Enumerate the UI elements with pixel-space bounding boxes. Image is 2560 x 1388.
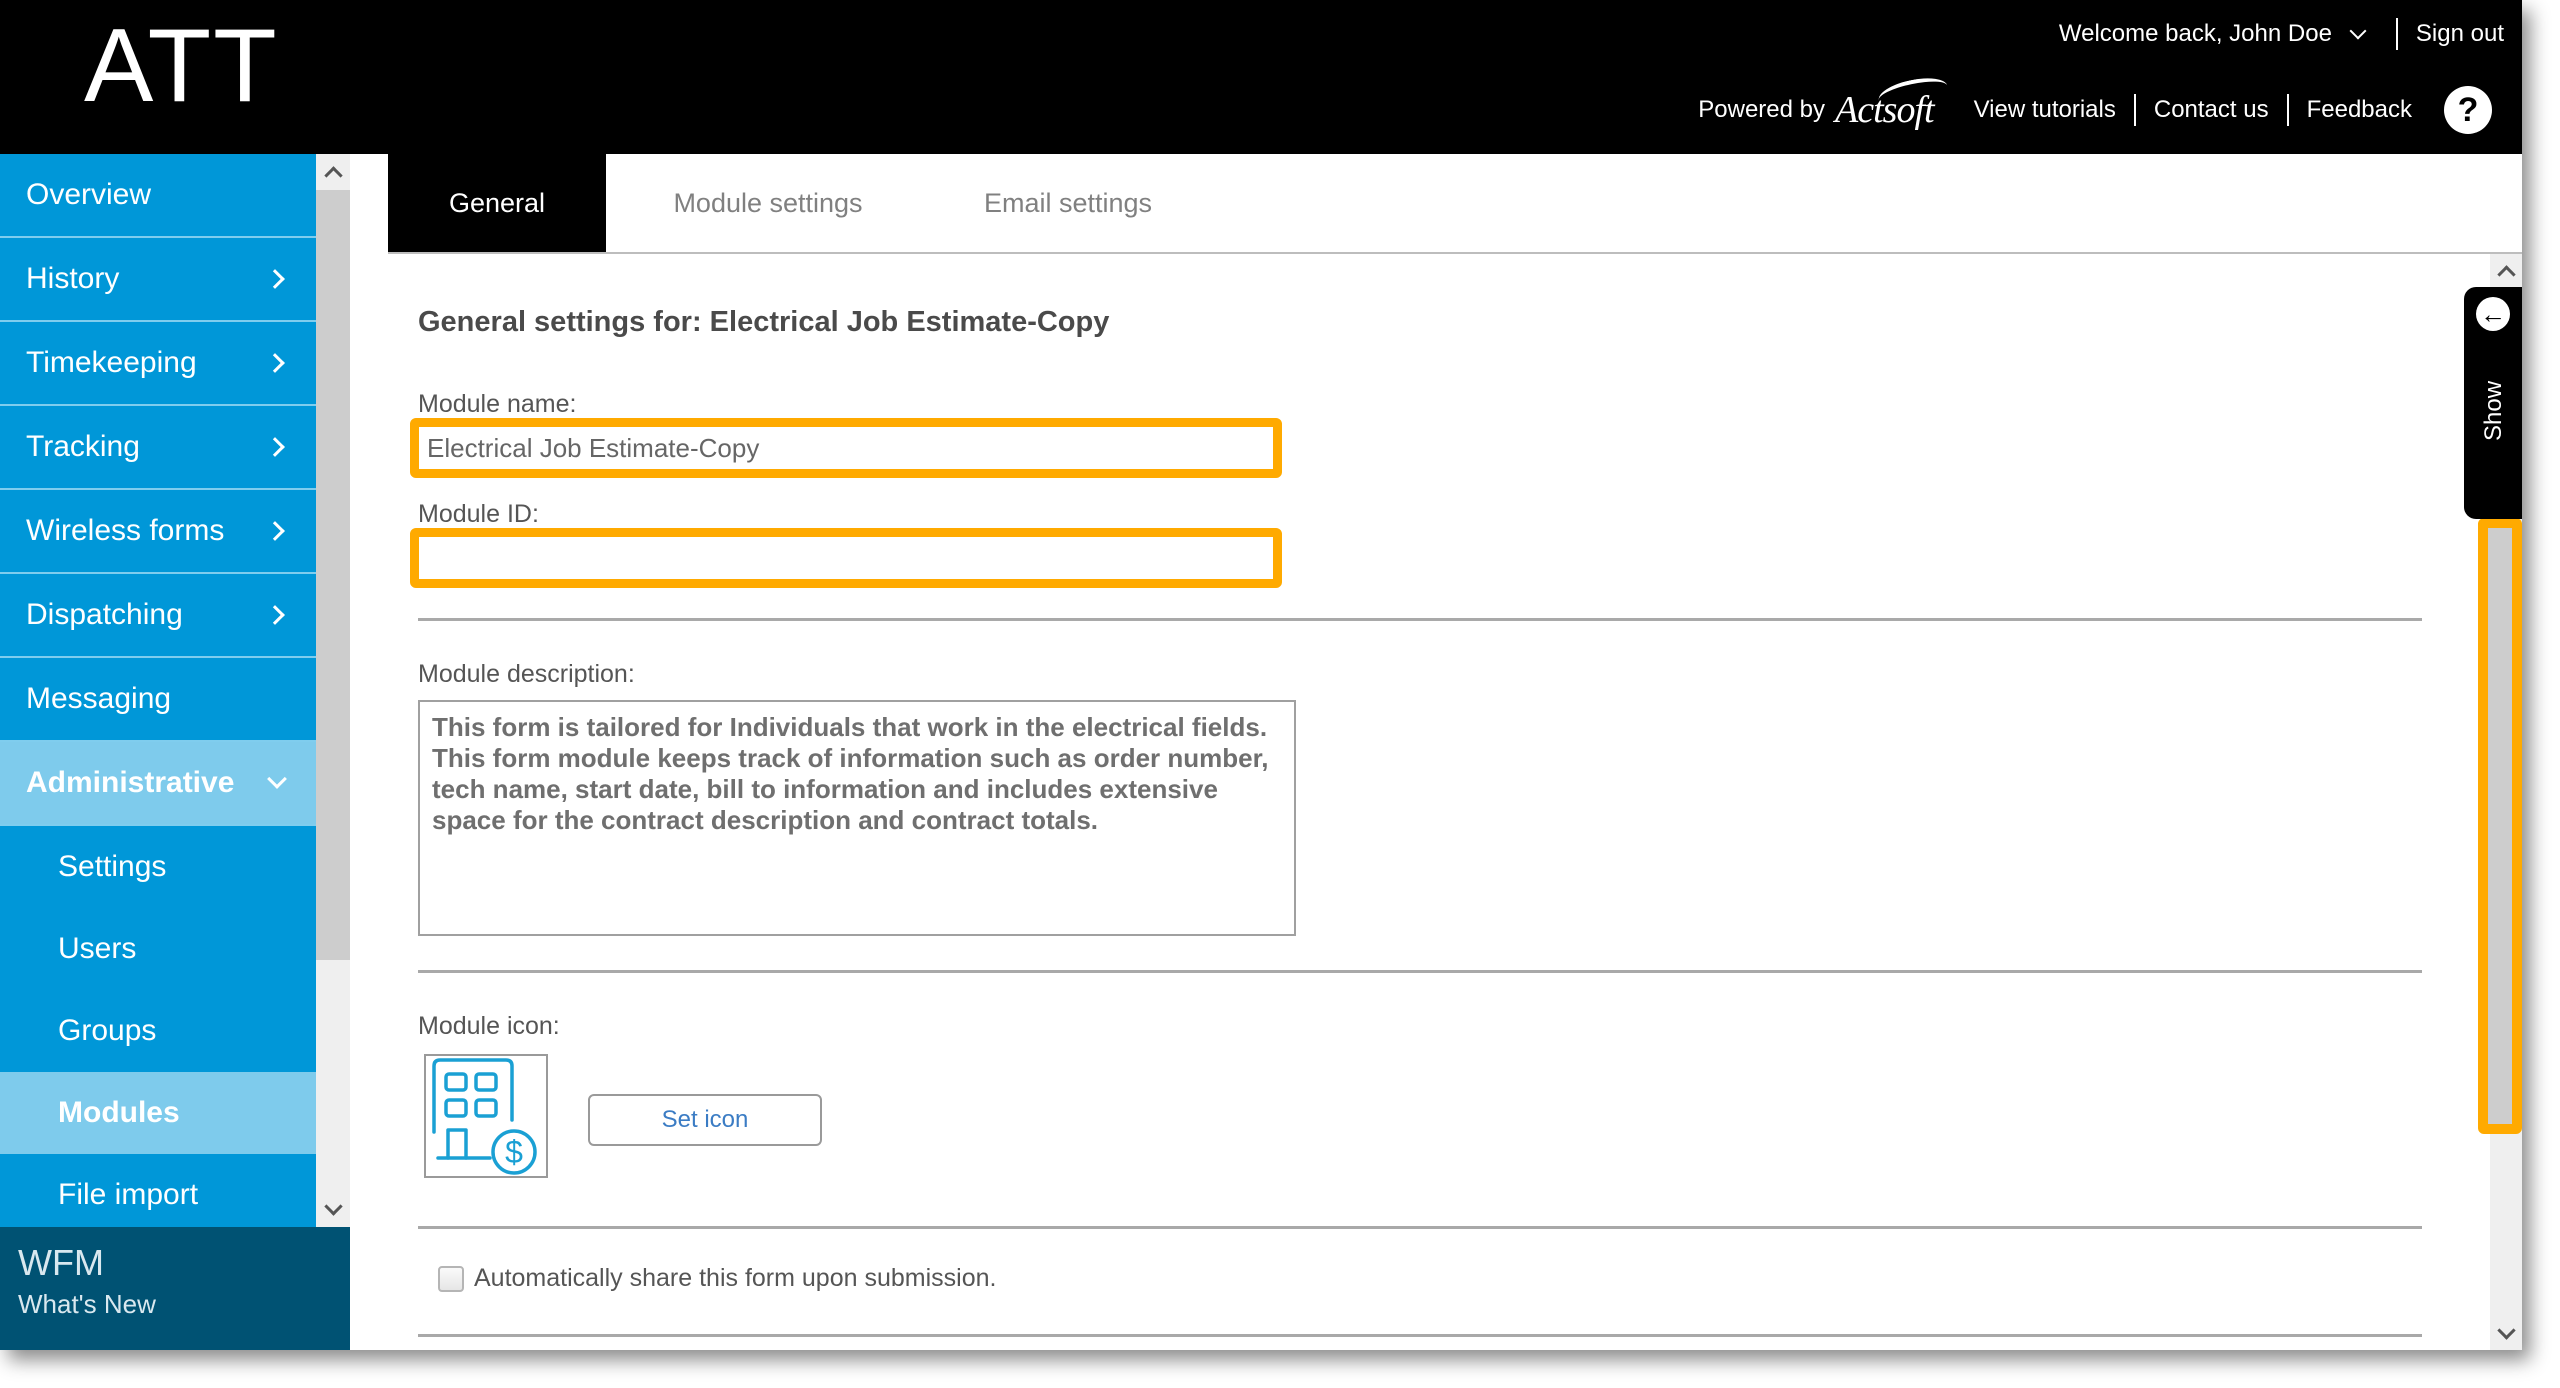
module-id-input[interactable]: [419, 537, 1273, 579]
module-description-label: Module description:: [418, 660, 635, 688]
footer-title: WFM: [18, 1242, 104, 1283]
module-icon-preview: $: [424, 1054, 548, 1178]
scroll-down-button[interactable]: [2490, 1316, 2522, 1350]
tab-bar: General Module settings Email settings: [388, 154, 2522, 254]
sidebar-item-label: Groups: [58, 1014, 157, 1047]
sidebar-item-overview[interactable]: Overview: [0, 154, 316, 238]
tab-module-settings[interactable]: Module settings: [606, 154, 930, 252]
chevron-up-icon: [2496, 264, 2516, 284]
sidebar-item-dispatching[interactable]: Dispatching: [0, 574, 316, 658]
auto-share-checkbox[interactable]: [438, 1265, 464, 1292]
tab-general[interactable]: General: [388, 154, 606, 252]
whats-new-link[interactable]: What's New: [18, 1289, 350, 1320]
divider: [418, 970, 2422, 973]
module-icon-label: Module icon:: [418, 1012, 560, 1040]
module-id-highlight: [410, 528, 1282, 588]
auto-share-label: Automatically share this form upon submi…: [474, 1264, 997, 1292]
actsoft-logo: Actsoft: [1835, 73, 1950, 132]
separator: [2286, 94, 2289, 126]
chevron-right-icon: [265, 269, 285, 289]
powered-by: Powered by Actsoft: [1698, 73, 1950, 132]
sidebar-item-label: Messaging: [26, 682, 172, 715]
scroll-up-button[interactable]: [316, 154, 350, 190]
top-header: ATT Welcome back, John Doe Sign out Powe…: [0, 0, 2522, 154]
sidebar-item-label: Tracking: [26, 430, 140, 463]
sidebar-item-label: Administrative: [26, 766, 235, 799]
contact-us-link[interactable]: Contact us: [2154, 96, 2269, 124]
sidebar-scroll-thumb[interactable]: [316, 190, 350, 960]
divider: [418, 1334, 2422, 1337]
arrow-left-icon: ←: [2476, 297, 2510, 331]
module-name-label: Module name:: [418, 390, 577, 418]
page-title: General settings for: Electrical Job Est…: [418, 306, 1110, 338]
sidebar-subitem-settings[interactable]: Settings: [0, 826, 316, 908]
general-settings-panel: General settings for: Electrical Job Est…: [388, 254, 2468, 1350]
sidebar-item-label: Settings: [58, 850, 167, 883]
sidebar-item-tracking[interactable]: Tracking: [0, 406, 316, 490]
set-icon-button[interactable]: Set icon: [588, 1094, 822, 1146]
welcome-text: Welcome back, John Doe: [2058, 20, 2332, 47]
powered-by-text: Powered by: [1698, 96, 1826, 123]
divider: [418, 1226, 2422, 1229]
sidebar-item-label: Users: [58, 932, 137, 965]
sidebar-item-label: Timekeeping: [26, 346, 197, 379]
sign-out-link[interactable]: Sign out: [2416, 20, 2504, 48]
sidebar-item-timekeeping[interactable]: Timekeeping: [0, 322, 316, 406]
header-links: Powered by Actsoft View tutorials Contac…: [1698, 73, 2492, 134]
chevron-down-icon: [323, 1196, 343, 1216]
sidebar-item-wireless-forms[interactable]: Wireless forms: [0, 490, 316, 574]
show-label: Show: [2480, 380, 2507, 441]
separator: [2133, 94, 2136, 126]
module-description-textarea[interactable]: This form is tailored for Individuals th…: [418, 700, 1296, 936]
chevron-right-icon: [265, 605, 285, 625]
app-window: ATT Welcome back, John Doe Sign out Powe…: [0, 0, 2522, 1350]
tab-email-settings[interactable]: Email settings: [930, 154, 1206, 252]
module-name-input[interactable]: [419, 427, 1273, 469]
sidebar-item-label: File import: [58, 1178, 199, 1211]
user-menu[interactable]: Welcome back, John Doe: [2058, 20, 2367, 48]
show-side-panel-toggle[interactable]: ← Show: [2464, 287, 2522, 519]
sidebar-subitem-modules[interactable]: Modules: [0, 1072, 316, 1154]
building-dollar-icon: $: [432, 1058, 537, 1175]
sidebar-subitem-users[interactable]: Users: [0, 908, 316, 990]
sidebar-scrollbar[interactable]: [316, 154, 350, 1227]
chevron-down-icon: [2349, 22, 2367, 40]
feedback-link[interactable]: Feedback: [2307, 96, 2412, 124]
sidebar-item-label: Dispatching: [26, 598, 183, 631]
sidebar-subitem-groups[interactable]: Groups: [0, 990, 316, 1072]
sidebar-item-messaging[interactable]: Messaging: [0, 658, 316, 742]
chevron-right-icon: [265, 521, 285, 541]
sidebar-nav: Overview History Timekeeping Tracking Wi…: [0, 154, 316, 1227]
chevron-right-icon: [265, 437, 285, 457]
main-scroll-thumb[interactable]: [2478, 518, 2522, 1134]
separator: [2395, 18, 2398, 50]
sidebar-item-history[interactable]: History: [0, 238, 316, 322]
sidebar-item-administrative[interactable]: Administrative: [0, 742, 316, 826]
module-id-label: Module ID:: [418, 500, 539, 528]
module-name-highlight: [410, 418, 1282, 478]
sidebar-footer: WFM What's New: [0, 1227, 350, 1350]
sidebar-item-label: Overview: [26, 178, 152, 211]
company-logo: ATT: [84, 8, 279, 124]
chevron-down-icon: [2496, 1320, 2516, 1340]
user-bar: Welcome back, John Doe Sign out: [2059, 18, 2504, 50]
chevron-up-icon: [323, 165, 343, 185]
chevron-down-icon: [267, 769, 287, 789]
help-icon[interactable]: ?: [2444, 86, 2492, 134]
sidebar-item-label: Modules: [58, 1096, 180, 1129]
sidebar-item-label: History: [26, 262, 120, 295]
sidebar-item-label: Wireless forms: [26, 514, 225, 547]
scroll-up-button[interactable]: [2490, 254, 2522, 288]
scroll-down-button[interactable]: [316, 1191, 350, 1227]
svg-text:$: $: [505, 1134, 523, 1170]
auto-share-option: Automatically share this form upon submi…: [438, 1264, 996, 1293]
chevron-right-icon: [265, 353, 285, 373]
sidebar-subitem-file-import[interactable]: File import: [0, 1154, 316, 1227]
view-tutorials-link[interactable]: View tutorials: [1974, 96, 2116, 124]
divider: [418, 618, 2422, 621]
